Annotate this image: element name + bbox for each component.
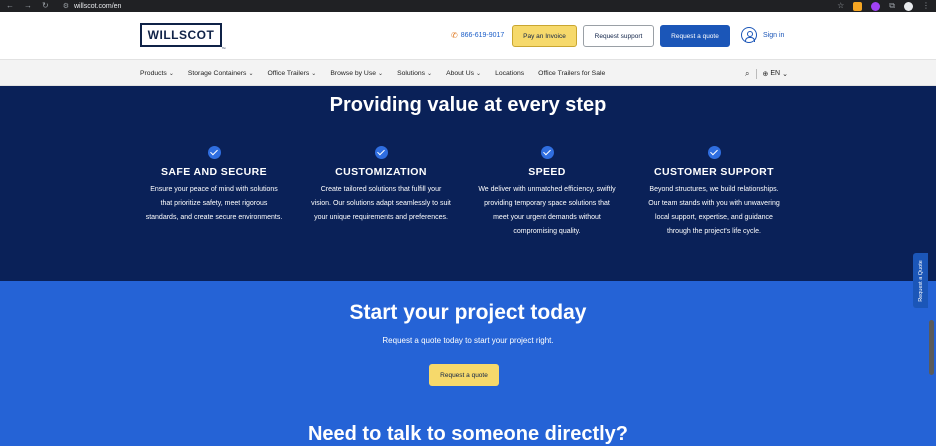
language-label: EN bbox=[770, 70, 781, 77]
profile-avatar[interactable] bbox=[904, 1, 913, 11]
chevron-down-icon: ⌄ bbox=[782, 70, 788, 78]
project-subtitle: Request a quote today to start your proj… bbox=[382, 336, 554, 345]
phone-number: 866-619-9017 bbox=[460, 32, 505, 39]
nav-item-products[interactable]: Products ⌄ bbox=[140, 70, 174, 77]
search-icon[interactable]: ⌕ bbox=[745, 69, 749, 79]
sign-in-label: Sign in bbox=[763, 31, 785, 39]
willscot-logo[interactable]: WILLSCOT ™ bbox=[140, 23, 226, 51]
chevron-down-icon: ⌄ bbox=[427, 71, 433, 77]
feature-text: Beyond structures, we build relationship… bbox=[648, 186, 780, 235]
nav-label: Solutions bbox=[397, 70, 426, 77]
feature-title: CUSTOMIZATION bbox=[335, 166, 427, 178]
side-tab-label: Request a Quote bbox=[917, 259, 924, 302]
feature-title: CUSTOMER SUPPORT bbox=[654, 166, 774, 178]
phone-icon: ✆ bbox=[451, 31, 458, 40]
browser-extensions: ☆ ⧉ ⋮ bbox=[837, 0, 930, 12]
feature-title: SPEED bbox=[528, 166, 566, 178]
feature-safe-and-secure: SAFE AND SECURE Ensure your peace of min… bbox=[144, 146, 284, 225]
check-icon bbox=[540, 146, 554, 159]
nav-label: Locations bbox=[495, 70, 525, 77]
chevron-down-icon: ⌄ bbox=[378, 71, 384, 77]
back-icon[interactable]: ← bbox=[6, 1, 14, 11]
nav-item-solutions[interactable]: Solutions ⌄ bbox=[397, 70, 432, 77]
feature-text: Ensure your peace of mind with solutions… bbox=[145, 186, 283, 221]
browser-toolbar: ← → ↻ ⚙ willscot.com/en ☆ ⧉ ⋮ bbox=[0, 0, 936, 12]
nav-items: Products ⌄ Storage Containers ⌄ Office Tra… bbox=[140, 60, 619, 87]
user-icon bbox=[741, 27, 757, 43]
chevron-down-icon: ⌄ bbox=[311, 71, 317, 77]
extension-icon[interactable] bbox=[871, 1, 881, 11]
request-support-button[interactable]: Request support bbox=[583, 25, 654, 47]
reload-icon[interactable]: ↻ bbox=[42, 1, 49, 11]
feature-title: SAFE AND SECURE bbox=[161, 166, 267, 178]
request-quote-side-tab[interactable]: Request a Quote bbox=[913, 253, 928, 308]
nav-item-locations[interactable]: Locations bbox=[495, 70, 524, 77]
bookmark-star-icon[interactable]: ☆ bbox=[837, 1, 844, 11]
project-title: Start your project today bbox=[349, 301, 587, 324]
logo-trademark: ™ bbox=[221, 46, 226, 51]
chevron-down-icon: ⌄ bbox=[248, 71, 254, 77]
chevron-down-icon: ⌄ bbox=[476, 71, 482, 77]
nav-item-storage-containers[interactable]: Storage Containers ⌄ bbox=[188, 70, 254, 77]
nav-label: About Us bbox=[446, 70, 475, 77]
chevron-down-icon: ⌄ bbox=[168, 71, 174, 77]
pay-invoice-button[interactable]: Pay an Invoice bbox=[512, 25, 577, 47]
check-icon bbox=[207, 146, 221, 159]
scrollbar[interactable] bbox=[929, 320, 934, 375]
project-section: Start your project today Request a quote… bbox=[0, 281, 936, 446]
nav-label: Browse by Use bbox=[330, 70, 377, 77]
url-text: willscot.com/en bbox=[73, 2, 122, 10]
nav-item-about-us[interactable]: About Us ⌄ bbox=[446, 70, 481, 77]
feature-customization: CUSTOMIZATION Create tailored solutions … bbox=[311, 146, 451, 225]
talk-title: Need to talk to someone directly? bbox=[307, 423, 629, 445]
feature-speed: SPEED We deliver with unmatched efficien… bbox=[477, 146, 617, 239]
forward-icon[interactable]: → bbox=[24, 1, 32, 11]
nav-label: Storage Containers bbox=[187, 70, 247, 77]
nav-utilities: ⌕ ⊕ EN ⌄ bbox=[745, 60, 788, 87]
nav-label: Office Trailers bbox=[267, 70, 310, 77]
sign-in-link[interactable]: Sign in bbox=[741, 27, 784, 43]
divider bbox=[755, 68, 757, 79]
extension-icon[interactable] bbox=[853, 1, 863, 11]
check-icon bbox=[374, 146, 388, 159]
feature-customer-support: CUSTOMER SUPPORT Beyond structures, we b… bbox=[644, 146, 784, 239]
site-header: WILLSCOT ™ ✆ 866-619-9017 Pay an Invoice… bbox=[0, 12, 936, 59]
nav-item-office-trailers[interactable]: Office Trailers ⌄ bbox=[267, 70, 316, 77]
phone-link[interactable]: ✆ 866-619-9017 bbox=[451, 31, 504, 40]
feature-text: Create tailored solutions that fulfill y… bbox=[311, 186, 451, 221]
feature-text: We deliver with unmatched efficiency, sw… bbox=[478, 186, 616, 235]
globe-icon: ⊕ bbox=[762, 70, 769, 78]
logo-text: WILLSCOT bbox=[147, 28, 215, 42]
check-icon bbox=[707, 146, 721, 159]
main-nav: Products ⌄ Storage Containers ⌄ Office Tra… bbox=[0, 59, 936, 86]
menu-kebab-icon[interactable]: ⋮ bbox=[922, 1, 930, 11]
nav-item-browse-by-use[interactable]: Browse by Use ⌄ bbox=[330, 70, 383, 77]
site-info-icon[interactable]: ⚙ bbox=[63, 2, 69, 10]
value-section: Providing value at every step SAFE AND S… bbox=[0, 86, 936, 281]
browser-nav-buttons: ← → ↻ bbox=[0, 1, 49, 11]
section-title: Providing value at every step bbox=[329, 94, 607, 116]
request-quote-button[interactable]: Request a quote bbox=[660, 25, 730, 47]
nav-label: Office Trailers for Sale bbox=[538, 70, 606, 77]
address-bar[interactable]: ⚙ willscot.com/en bbox=[63, 2, 122, 11]
nav-label: Products bbox=[140, 70, 167, 77]
nav-item-office-trailers-for-sale[interactable]: Office Trailers for Sale bbox=[538, 70, 605, 77]
request-quote-cta-button[interactable]: Request a quote bbox=[429, 364, 499, 386]
language-selector[interactable]: ⊕ EN ⌄ bbox=[763, 70, 788, 78]
extensions-puzzle-icon[interactable]: ⧉ bbox=[889, 1, 895, 11]
